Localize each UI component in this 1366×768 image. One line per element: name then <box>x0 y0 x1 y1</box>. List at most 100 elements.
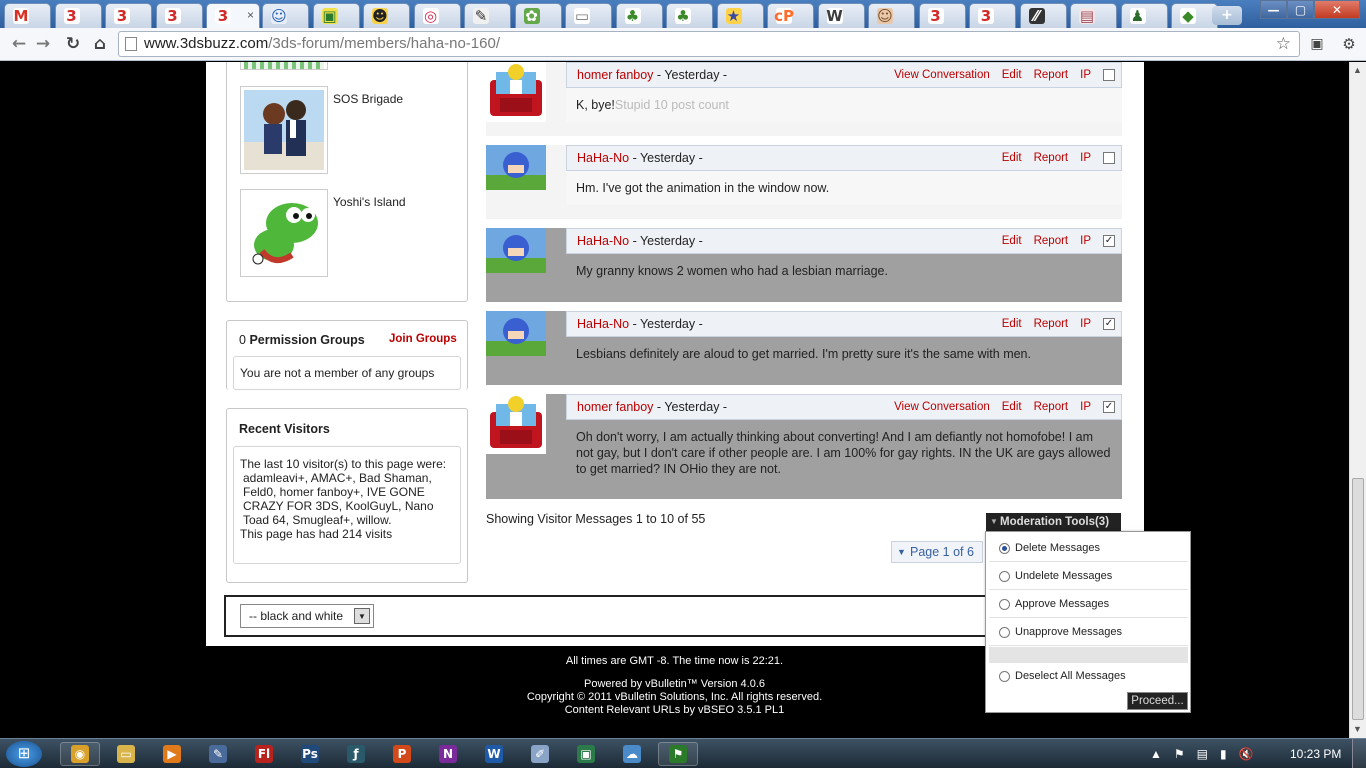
forward-button[interactable]: → <box>32 33 54 55</box>
ip-link[interactable]: IP <box>1080 395 1091 419</box>
message-author-link[interactable]: HaHa-No <box>577 151 629 165</box>
taskbar-weather-button[interactable]: ☁ <box>612 742 652 766</box>
message-select-checkbox[interactable] <box>1103 152 1115 164</box>
bookmark-star-icon[interactable]: ☆ <box>1276 32 1291 56</box>
view-conversation-link[interactable]: View Conversation <box>894 63 990 87</box>
moderation-tools-button[interactable]: ▼ Moderation Tools(3) <box>986 513 1121 531</box>
taskbar-notepad-button[interactable]: ✐ <box>520 742 560 766</box>
taskbar-script-button[interactable]: ƒ <box>336 742 376 766</box>
close-window-button[interactable]: ✕ <box>1314 0 1360 19</box>
report-link[interactable]: Report <box>1034 312 1069 336</box>
pagination-dropdown[interactable]: ▼ Page 1 of 6 <box>891 541 983 563</box>
browser-tab-dark[interactable]: ⁄⁄ <box>1019 3 1067 28</box>
ip-link[interactable]: IP <box>1080 229 1091 253</box>
browser-tab-3dsbuzz-active[interactable]: 3 × <box>206 3 260 28</box>
minimize-button[interactable]: — <box>1260 0 1287 19</box>
browser-tab-green[interactable]: ✿ <box>514 3 562 28</box>
start-button[interactable]: ⊞ <box>6 741 42 767</box>
deselect-all-option[interactable]: Deselect All Messages <box>989 663 1188 690</box>
join-groups-link[interactable]: Join Groups <box>389 333 457 345</box>
message-select-checkbox[interactable]: ✓ <box>1103 318 1115 330</box>
homer-fanboy-avatar[interactable] <box>486 62 546 122</box>
homer-fanboy-avatar[interactable] <box>486 394 546 454</box>
group-name-sos-brigade[interactable]: SOS Brigade <box>333 92 403 106</box>
report-link[interactable]: Report <box>1034 395 1069 419</box>
browser-tab-page[interactable]: ▭ <box>565 3 612 28</box>
message-select-checkbox[interactable] <box>1103 69 1115 81</box>
message-author-link[interactable]: homer fanboy <box>577 68 653 82</box>
message-select-checkbox[interactable]: ✓ <box>1103 401 1115 413</box>
radio-button[interactable] <box>999 543 1010 554</box>
unapprove-messages-option[interactable]: Unapprove Messages <box>989 619 1188 646</box>
tray-icon-0[interactable]: ▲ <box>1150 747 1162 761</box>
scroll-down-icon[interactable]: ▼ <box>1353 724 1362 734</box>
reload-button[interactable]: ↻ <box>62 33 84 55</box>
report-link[interactable]: Report <box>1034 146 1069 170</box>
browser-tab-face[interactable]: ☺ <box>868 3 915 28</box>
camera-extension-icon[interactable]: ▣ <box>1306 33 1328 55</box>
message-author-link[interactable]: HaHa-No <box>577 317 629 331</box>
scroll-up-icon[interactable]: ▲ <box>1353 65 1362 75</box>
taskbar-word-button[interactable]: W <box>474 742 514 766</box>
recent-visitors-list[interactable]: adamleavi+, AMAC+, Bad Shaman, Feld0, ho… <box>240 471 454 527</box>
taskbar-onenote-button[interactable]: N <box>428 742 468 766</box>
group-thumbnail-yoshi[interactable] <box>240 189 328 277</box>
ip-link[interactable]: IP <box>1080 63 1091 87</box>
taskbar-paint-button[interactable]: ✎ <box>198 742 238 766</box>
browser-tab-star[interactable]: ★ <box>716 3 764 28</box>
back-button[interactable]: ← <box>8 33 30 55</box>
maximize-button[interactable]: ▢ <box>1287 0 1314 19</box>
report-link[interactable]: Report <box>1034 229 1069 253</box>
browser-tab-3dsbuzz[interactable]: 3 <box>918 3 966 28</box>
radio-button[interactable] <box>999 599 1010 610</box>
tray-icon-3[interactable]: ▮ <box>1220 747 1227 761</box>
edit-link[interactable]: Edit <box>1002 395 1022 419</box>
haha-no-avatar[interactable] <box>486 228 546 273</box>
close-tab-icon[interactable]: × <box>247 8 254 22</box>
view-conversation-link[interactable]: View Conversation <box>894 395 990 419</box>
haha-no-avatar[interactable] <box>486 311 546 356</box>
group-thumbnail-partial[interactable] <box>240 62 328 70</box>
browser-tab-gmail[interactable]: M <box>4 3 51 28</box>
browser-tab-people[interactable]: ♟ <box>1120 3 1168 28</box>
edit-link[interactable]: Edit <box>1002 229 1022 253</box>
browser-tab-3dsbuzz[interactable]: 3 <box>54 3 102 28</box>
browser-tab-3dsbuzz[interactable]: 3 <box>155 3 203 28</box>
haha-no-avatar[interactable] <box>486 145 546 190</box>
delete-messages-option[interactable]: Delete Messages <box>989 535 1188 562</box>
taskbar-powerpoint-button[interactable]: P <box>382 742 422 766</box>
edit-link[interactable]: Edit <box>1002 312 1022 336</box>
show-desktop-button[interactable] <box>1352 739 1366 768</box>
browser-tab-game[interactable]: ▣ <box>312 3 360 28</box>
taskbar-flag-button[interactable]: ⚑ <box>658 742 698 766</box>
browser-tab-user[interactable]: ☺ <box>262 3 309 28</box>
message-author-link[interactable]: HaHa-No <box>577 234 629 248</box>
edit-link[interactable]: Edit <box>1002 146 1022 170</box>
approve-messages-option[interactable]: Approve Messages <box>989 591 1188 618</box>
page-scrollbar[interactable]: ▲ ▼ <box>1349 62 1366 738</box>
browser-tab-circle[interactable]: ◎ <box>413 3 461 28</box>
taskbar-clock[interactable]: 10:23 PM <box>1290 747 1341 761</box>
group-name-yoshis-island[interactable]: Yoshi's Island <box>333 195 406 209</box>
new-tab-button[interactable]: + <box>1212 6 1242 25</box>
taskbar-chrome-button[interactable]: ◉ <box>60 742 100 766</box>
taskbar-media-player-button[interactable]: ▶ <box>152 742 192 766</box>
browser-tab-clover[interactable]: ♣ <box>615 3 663 28</box>
browser-tab-paper[interactable]: ▤ <box>1070 3 1117 28</box>
taskbar-photoshop-button[interactable]: Ps <box>290 742 330 766</box>
wrench-menu-icon[interactable]: ⚙ <box>1338 33 1360 55</box>
tray-icon-1[interactable]: ⚑ <box>1174 747 1185 761</box>
browser-tab-3dsbuzz[interactable]: 3 <box>105 3 152 28</box>
browser-tab-cube[interactable]: ◆ <box>1171 3 1218 28</box>
tray-icon-2[interactable]: ▤ <box>1197 747 1208 761</box>
scrollbar-thumb[interactable] <box>1352 478 1364 720</box>
browser-tab-chat[interactable]: ☻ <box>363 3 410 28</box>
browser-tab-clover[interactable]: ♣ <box>666 3 713 28</box>
tray-icon-4[interactable]: 🔇 <box>1239 747 1254 761</box>
ip-link[interactable]: IP <box>1080 312 1091 336</box>
radio-button[interactable] <box>999 671 1010 682</box>
message-author-link[interactable]: homer fanboy <box>577 400 653 414</box>
browser-tab-wordpress[interactable]: W <box>817 3 865 28</box>
browser-tab-3dsbuzz[interactable]: 3 <box>969 3 1016 28</box>
taskbar-flash-button[interactable]: Fl <box>244 742 284 766</box>
